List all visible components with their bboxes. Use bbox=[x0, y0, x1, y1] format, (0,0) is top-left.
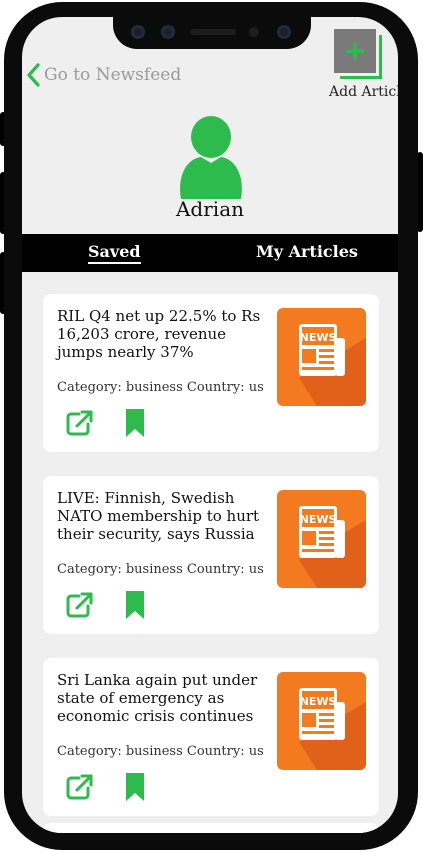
article-meta: Category: business Country: us bbox=[57, 744, 264, 759]
svg-text:NEWS: NEWS bbox=[300, 513, 337, 526]
article-card[interactable]: LIVE: Finnish, Swedish NATO membership t… bbox=[43, 476, 379, 634]
camera-icon bbox=[161, 25, 175, 39]
news-icon: NEWS bbox=[277, 308, 366, 406]
profile-tabbar: Saved My Articles bbox=[22, 234, 398, 272]
bookmark-icon[interactable] bbox=[123, 408, 147, 438]
article-title: Sri Lanka again put under state of emerg… bbox=[57, 671, 258, 725]
news-icon: NEWS bbox=[277, 672, 366, 770]
bookmark-icon[interactable] bbox=[123, 772, 147, 802]
phone-notch bbox=[113, 17, 311, 49]
svg-text:NEWS: NEWS bbox=[300, 331, 337, 344]
external-link-icon[interactable] bbox=[65, 591, 93, 619]
speaker-grille bbox=[190, 29, 236, 35]
camera-icon bbox=[277, 25, 291, 39]
article-actions bbox=[65, 772, 147, 802]
article-meta: Category: business Country: us bbox=[57, 380, 264, 395]
article-card[interactable]: RIL Q4 net up 22.5% to Rs 16,203 crore, … bbox=[43, 294, 379, 452]
external-link-icon[interactable] bbox=[65, 409, 93, 437]
article-actions bbox=[65, 408, 147, 438]
news-icon: NEWS bbox=[277, 490, 366, 588]
article-meta: Category: business Country: us bbox=[57, 562, 264, 577]
plus-icon: + bbox=[334, 29, 376, 73]
user-avatar-icon bbox=[180, 116, 242, 199]
tab-saved[interactable]: Saved bbox=[88, 242, 141, 264]
add-article-icon: + bbox=[334, 29, 382, 79]
svg-text:NEWS: NEWS bbox=[300, 695, 337, 708]
back-to-newsfeed-link[interactable]: Go to Newsfeed bbox=[26, 63, 181, 87]
add-article-label: Add Article bbox=[329, 84, 398, 100]
article-card[interactable]: Sri Lanka again put under state of emerg… bbox=[43, 658, 379, 816]
article-title: RIL Q4 net up 22.5% to Rs 16,203 crore, … bbox=[57, 307, 261, 361]
sensor-dot bbox=[249, 27, 259, 37]
bookmark-icon[interactable] bbox=[123, 590, 147, 620]
camera-icon bbox=[131, 25, 145, 39]
profile-name: Adrian bbox=[175, 197, 244, 221]
external-link-icon[interactable] bbox=[65, 773, 93, 801]
app-screen: Go to Newsfeed + Add Article Adrian Save… bbox=[22, 17, 398, 833]
next-card-partial bbox=[43, 823, 379, 833]
back-label: Go to Newsfeed bbox=[44, 65, 182, 85]
chevron-left-icon bbox=[27, 63, 40, 87]
article-title: LIVE: Finnish, Swedish NATO membership t… bbox=[57, 489, 260, 543]
tab-my-articles[interactable]: My Articles bbox=[256, 242, 358, 261]
article-actions bbox=[65, 590, 147, 620]
